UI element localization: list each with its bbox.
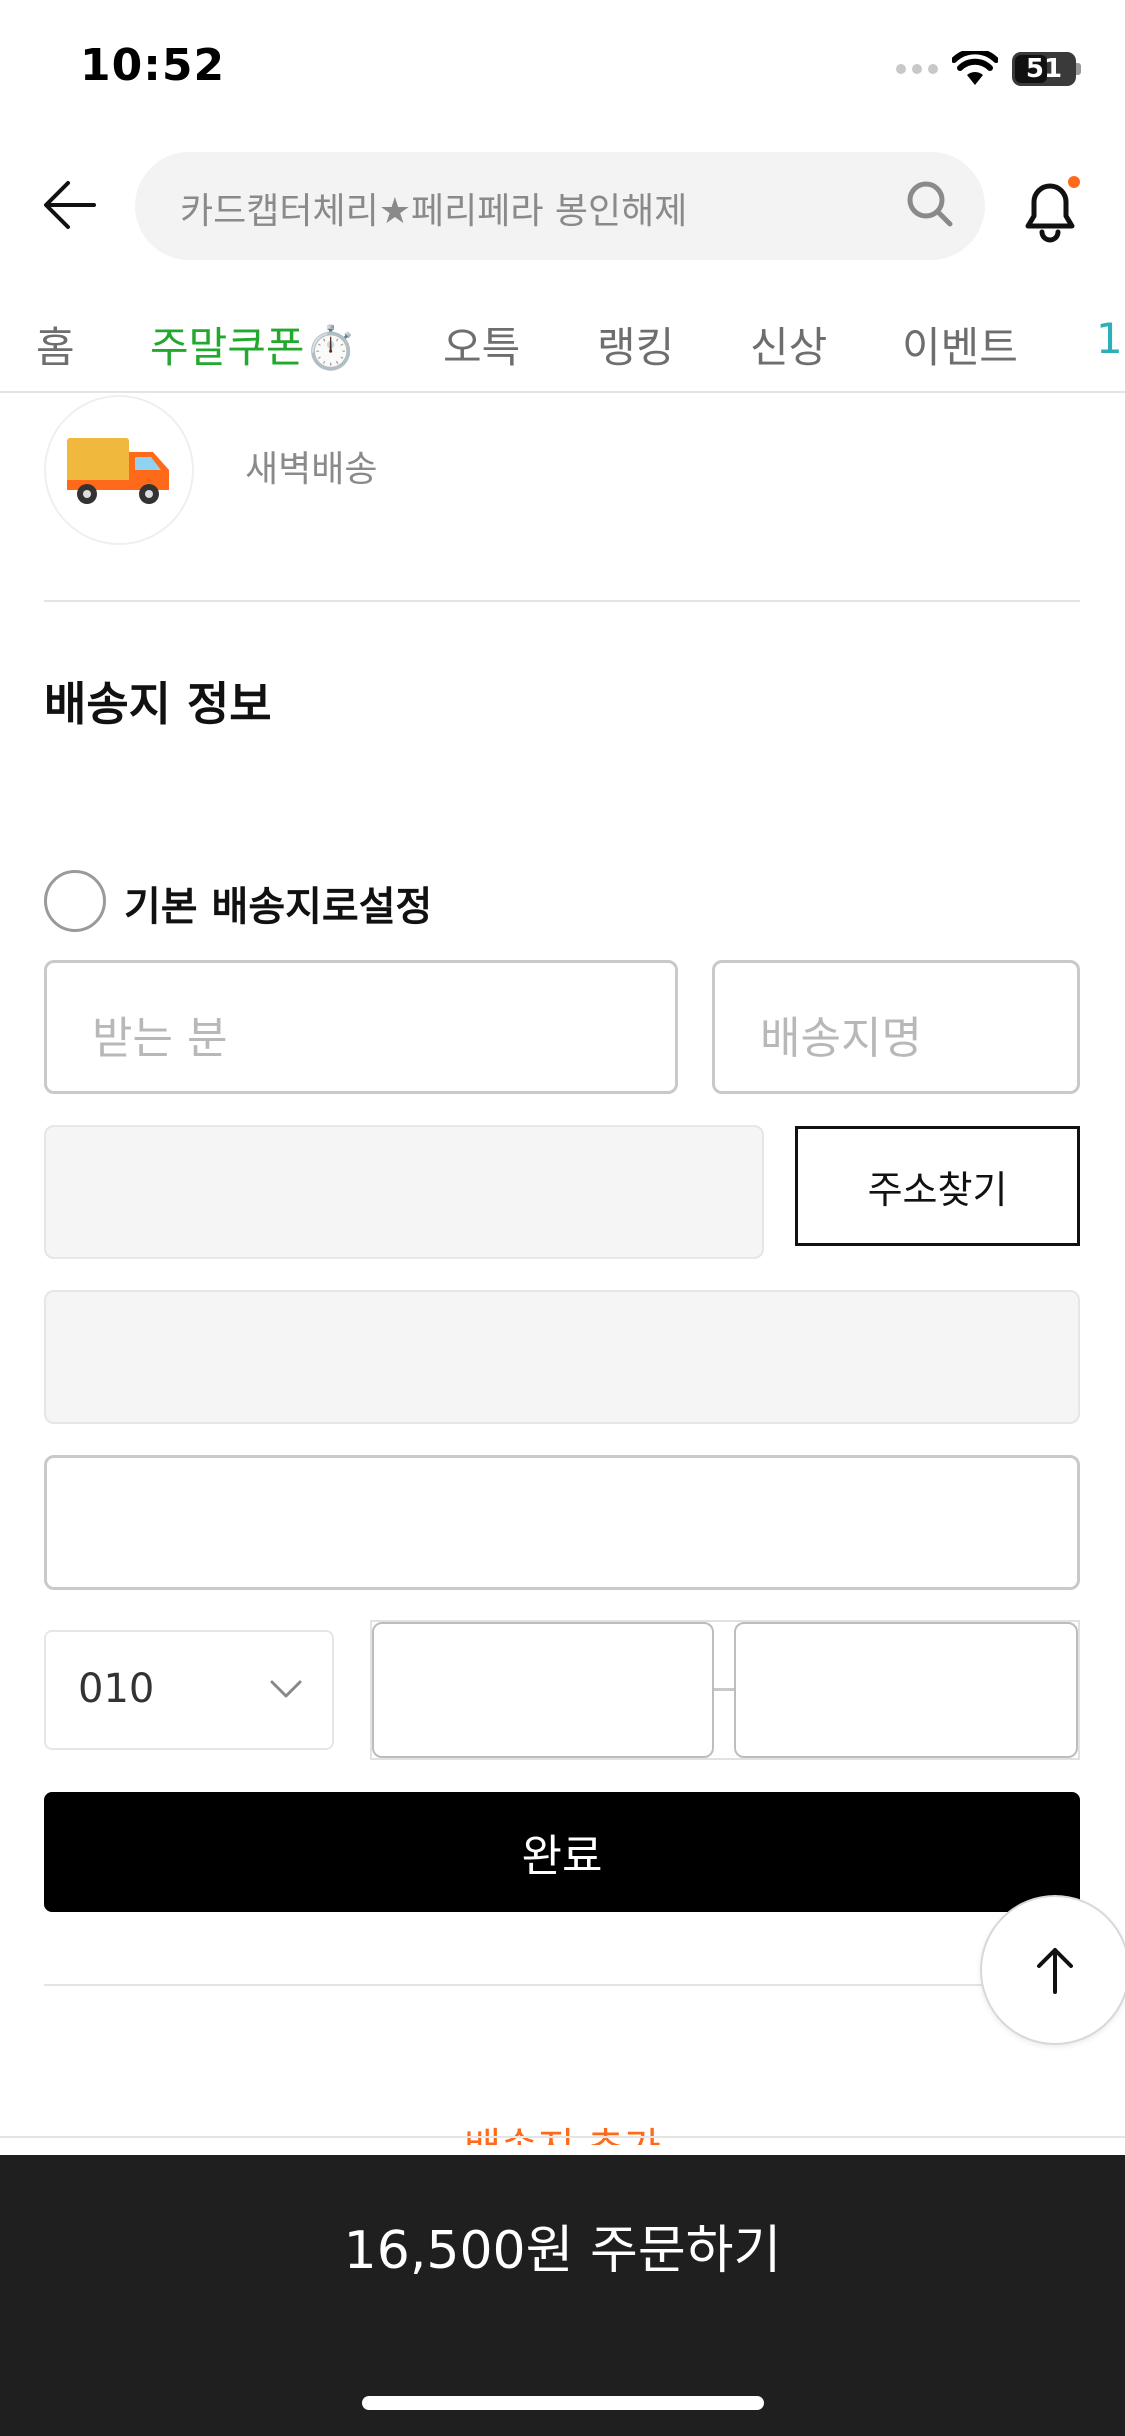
- postal-code-field: [44, 1125, 764, 1259]
- arrow-up-icon: [1037, 1948, 1073, 1994]
- address-name-placeholder: 배송지명: [760, 1013, 922, 1064]
- status-time: 10:52: [80, 40, 226, 91]
- divider: [44, 1984, 1080, 1986]
- scroll-to-top-button[interactable]: [980, 1895, 1125, 2045]
- address-field: [44, 1290, 1080, 1424]
- status-icons: 51: [896, 44, 1081, 94]
- recipient-placeholder: 받는 분: [92, 1013, 228, 1064]
- address-search-button[interactable]: 주소찾기: [795, 1126, 1080, 1246]
- phone-last-field[interactable]: [734, 1622, 1078, 1758]
- tab-weekend-coupon[interactable]: 주말쿠폰⏱️: [150, 314, 357, 375]
- tab-otuk[interactable]: 오특: [443, 314, 520, 375]
- notification-badge: [1068, 176, 1080, 188]
- tab-new[interactable]: 신상: [750, 314, 827, 375]
- delivery-type-label: 새벽배송: [245, 449, 378, 490]
- phone-middle-field[interactable]: [372, 1622, 714, 1758]
- delivery-truck-icon: [67, 438, 169, 504]
- section-title: 배송지 정보: [44, 677, 272, 731]
- address-detail-field[interactable]: [44, 1455, 1080, 1590]
- chevron-down-icon: [270, 1680, 302, 1698]
- phone-prefix-value: 010: [78, 1666, 155, 1712]
- home-indicator: [362, 2396, 764, 2410]
- category-tabs: 홈 주말쿠폰⏱️ 오특 랭킹 신상 이벤트 1: [0, 300, 1125, 390]
- divider: [0, 2136, 1125, 2138]
- back-arrow-icon: [44, 181, 96, 229]
- divider: [44, 600, 1080, 602]
- default-address-label[interactable]: 기본 배송지로설정: [124, 874, 432, 932]
- done-button[interactable]: 완료: [44, 1792, 1080, 1912]
- battery-level: 51: [1025, 54, 1063, 84]
- tab-more[interactable]: 1: [1096, 314, 1123, 363]
- tab-ranking[interactable]: 랭킹: [597, 314, 674, 375]
- delivery-type-badge: [44, 395, 194, 545]
- tab-event[interactable]: 이벤트: [902, 314, 1018, 375]
- back-button[interactable]: [30, 165, 110, 245]
- search-icon[interactable]: [902, 176, 958, 232]
- order-bar[interactable]: [0, 2155, 1125, 2436]
- phone-separator: [714, 1688, 736, 1691]
- signal-dots-icon: [896, 64, 938, 74]
- wifi-icon: [952, 51, 998, 85]
- tab-home[interactable]: 홈: [36, 314, 75, 375]
- search-input[interactable]: 카드캡터체리★페리페라 봉인해제: [180, 182, 687, 234]
- default-address-radio[interactable]: [44, 870, 106, 932]
- order-button[interactable]: 16,500원 주문하기: [0, 2208, 1125, 2283]
- tab-divider: [0, 391, 1125, 393]
- battery-icon: 51: [1012, 52, 1081, 86]
- add-address-link[interactable]: 배송지 추가: [0, 2115, 1125, 2145]
